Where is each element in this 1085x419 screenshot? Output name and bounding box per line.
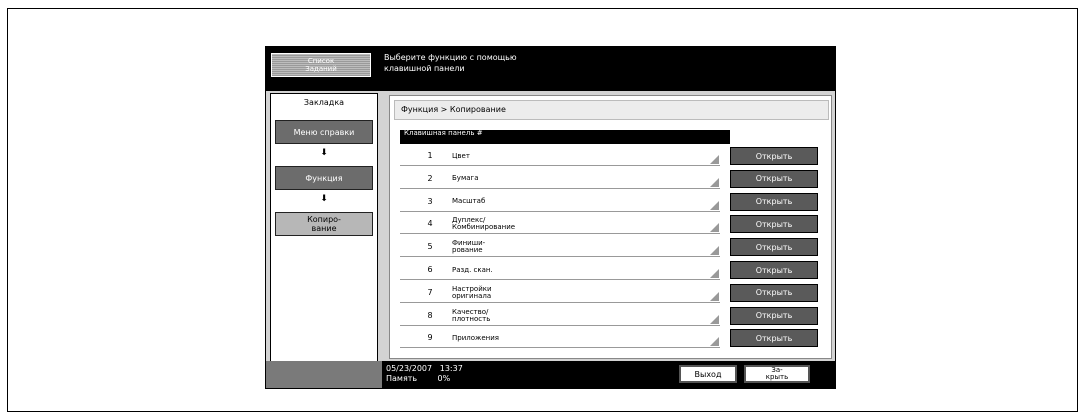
footer-bar: 05/23/2007 13:37 Память 0% Выход За- кры… <box>266 361 835 388</box>
arrow-down-icon: ⬇ <box>320 148 328 158</box>
item-label: Бумага <box>452 174 479 183</box>
item-label: Разд. скан. <box>452 265 493 274</box>
list-item[interactable]: 6 Разд. скан. <box>400 260 720 280</box>
corner-mark-icon <box>710 200 719 210</box>
open-button[interactable]: Открыть <box>730 215 818 234</box>
item-number: 5 <box>427 242 433 252</box>
open-button[interactable]: Открыть <box>730 283 818 302</box>
item-number: 8 <box>427 310 433 320</box>
function-button[interactable]: Функция <box>275 166 373 190</box>
job-list-button[interactable]: Список Заданий <box>271 53 371 77</box>
item-number: 7 <box>427 287 433 297</box>
corner-mark-icon <box>710 177 719 187</box>
sidebar: Закладка Меню справки ⬇ Функция ⬇ Копиро… <box>266 91 382 361</box>
breadcrumb: Функция > Копирование <box>394 100 829 120</box>
item-label: Цвет <box>452 151 470 160</box>
copy-button[interactable]: Копиро- вание <box>275 212 373 236</box>
item-number: 2 <box>427 173 433 183</box>
item-number: 3 <box>427 196 433 206</box>
corner-mark-icon <box>710 314 719 324</box>
open-button[interactable]: Открыть <box>730 147 818 165</box>
item-label: Качество/ плотность <box>452 307 491 323</box>
item-label: Приложения <box>452 333 499 342</box>
open-button[interactable]: Открыть <box>730 238 818 257</box>
arrow-down-icon: ⬇ <box>320 194 328 204</box>
date-time-memory-status: 05/23/2007 13:37 Память 0% <box>386 364 463 383</box>
item-number: 9 <box>427 333 433 343</box>
list-item[interactable]: 2 Бумага <box>400 169 720 189</box>
corner-mark-icon <box>710 337 719 347</box>
item-number: 1 <box>427 151 433 160</box>
bookmark-tab[interactable]: Закладка Меню справки ⬇ Функция ⬇ Копиро… <box>270 93 378 361</box>
item-label: Настройки оригинала <box>452 284 492 300</box>
item-number: 6 <box>427 265 433 274</box>
item-label: Дуплекс/ Комбинирование <box>452 216 516 232</box>
help-menu-button[interactable]: Меню справки <box>275 120 373 144</box>
footer-left-panel <box>266 361 382 388</box>
open-button[interactable]: Открыть <box>730 329 818 348</box>
content-area: Функция > Копирование Клавишная панель #… <box>389 95 832 359</box>
list-item[interactable]: 8 Качество/ плотность <box>400 306 720 326</box>
tab-title: Закладка <box>303 98 345 107</box>
corner-mark-icon <box>710 223 719 233</box>
list-item[interactable]: 5 Финиши- рование <box>400 237 720 258</box>
header-bar: Список Заданий Выберите функцию с помощь… <box>266 47 835 91</box>
list-header: Клавишная панель # <box>400 130 730 144</box>
main-panel: Функция > Копирование Клавишная панель #… <box>382 91 835 361</box>
corner-mark-icon <box>710 291 719 301</box>
open-button[interactable]: Открыть <box>730 261 818 279</box>
item-label: Финиши- рование <box>452 239 486 255</box>
open-button[interactable]: Открыть <box>730 192 818 211</box>
instruction-message: Выберите функцию с помощью клавишной пан… <box>384 53 517 73</box>
item-label: Масштаб <box>452 197 486 206</box>
control-panel-screen: Список Заданий Выберите функцию с помощь… <box>265 46 836 389</box>
exit-button[interactable]: Выход <box>679 365 737 383</box>
corner-mark-icon <box>710 155 719 164</box>
list-item[interactable]: 9 Приложения <box>400 328 720 349</box>
list-item[interactable]: 7 Настройки оригинала <box>400 283 720 303</box>
corner-mark-icon <box>710 269 719 278</box>
close-button[interactable]: За- крыть <box>744 365 810 383</box>
list-item[interactable]: 4 Дуплекс/ Комбинирование <box>400 214 720 235</box>
open-button[interactable]: Открыть <box>730 169 818 188</box>
open-button[interactable]: Открыть <box>730 306 818 325</box>
corner-mark-icon <box>710 246 719 256</box>
item-number: 4 <box>427 219 433 229</box>
list-item[interactable]: 3 Масштаб <box>400 192 720 212</box>
list-item[interactable]: 1 Цвет <box>400 146 720 166</box>
